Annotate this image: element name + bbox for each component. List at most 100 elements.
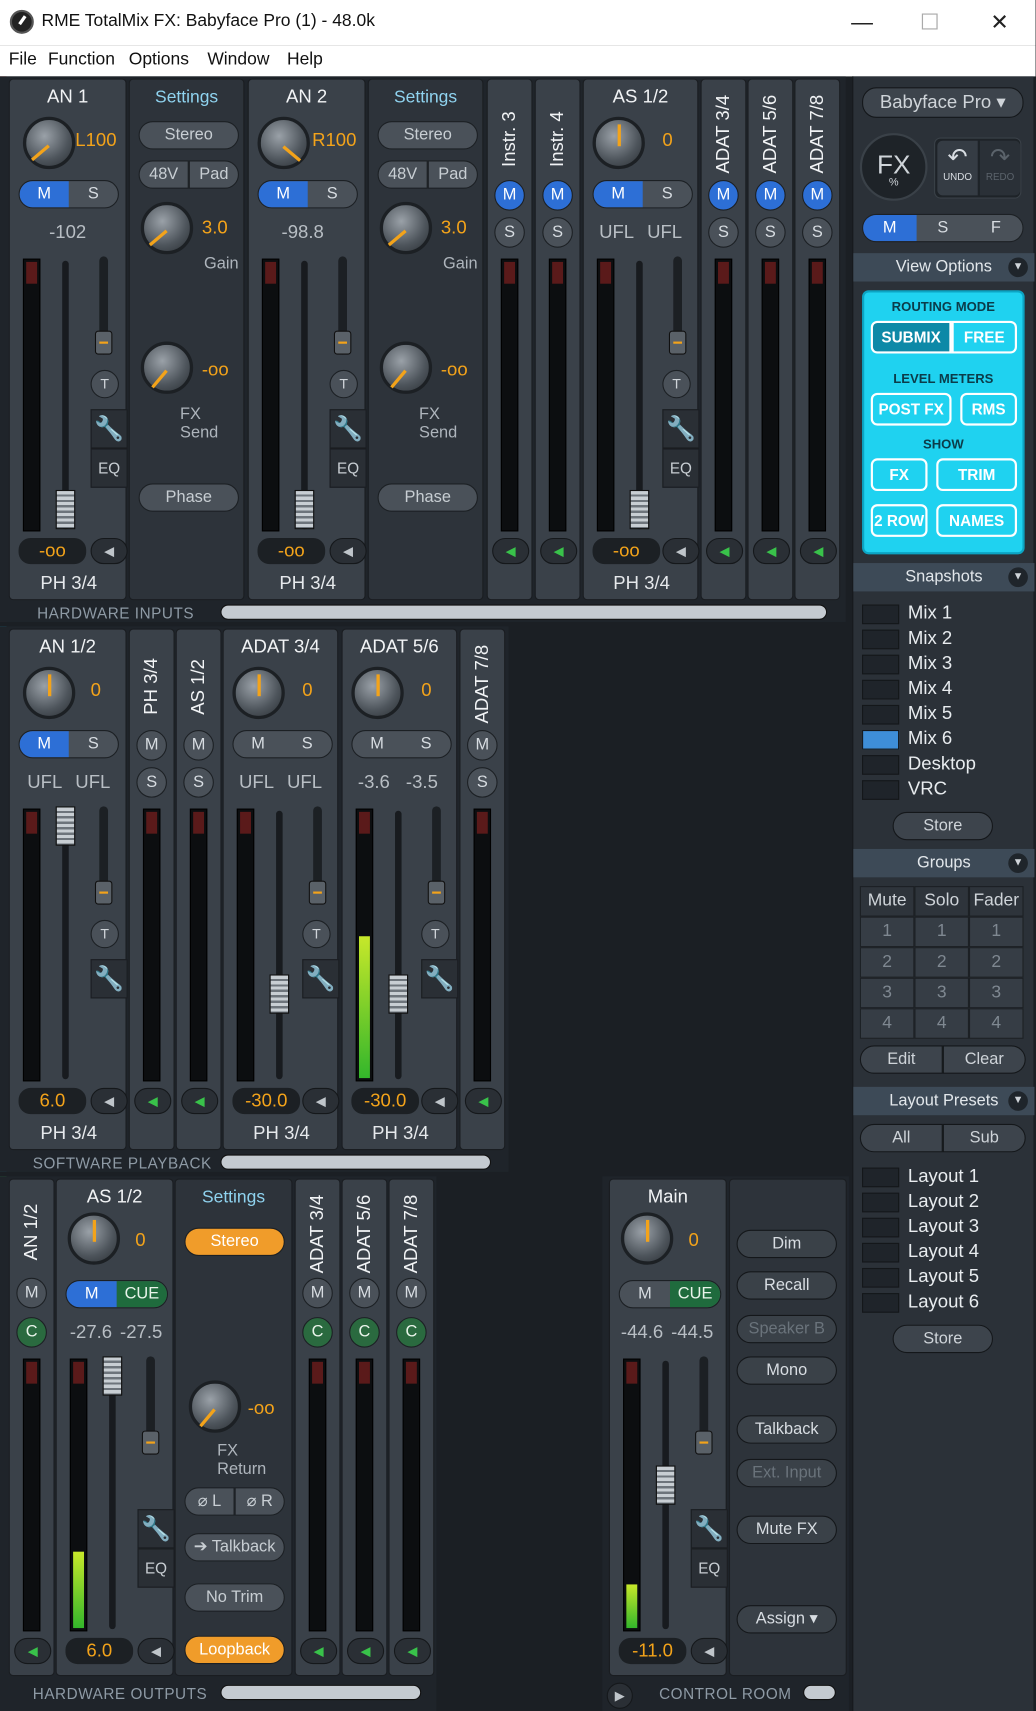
mute-cue[interactable]: M CUE <box>618 1279 722 1309</box>
cue-button[interactable]: C <box>349 1317 380 1348</box>
phase-button[interactable]: Phase <box>377 483 478 512</box>
layout-item[interactable]: Layout 2 <box>862 1190 1026 1214</box>
outputs-scrollbar[interactable] <box>220 1684 422 1701</box>
settings-wrench-icon[interactable]: 🔧 <box>90 959 128 999</box>
solo-button[interactable]: S <box>183 767 214 798</box>
trim-handle[interactable] <box>668 330 687 355</box>
group-cell[interactable]: 1 <box>859 916 915 948</box>
snapshot-item[interactable]: Mix 4 <box>862 678 1026 702</box>
solo-button[interactable]: S <box>755 217 786 248</box>
trim-handle[interactable] <box>94 330 113 355</box>
pad-button[interactable]: Pad <box>188 160 239 189</box>
snapshot-store-button[interactable]: Store <box>892 811 993 841</box>
phase-left-button[interactable]: ⌀ L <box>184 1487 235 1516</box>
snapshot-item[interactable]: VRC <box>862 778 1026 802</box>
playback-scrollbar[interactable] <box>220 1154 492 1170</box>
mute-button[interactable]: M <box>352 731 401 757</box>
group-cell[interactable]: 3 <box>968 977 1024 1009</box>
expand-arrow-icon[interactable]: ◀ <box>799 537 837 565</box>
pad-button[interactable]: Pad <box>427 160 478 189</box>
trim-handle[interactable] <box>427 880 446 905</box>
fx-button[interactable]: FX % <box>859 133 928 201</box>
mute-button[interactable]: M <box>66 1281 117 1308</box>
mute-button[interactable]: M <box>19 731 69 758</box>
trim-button[interactable]: T <box>90 919 119 949</box>
groups-edit-button[interactable]: Edit <box>859 1045 943 1074</box>
snapshot-item[interactable]: Mix 1 <box>862 602 1026 626</box>
settings-wrench-icon[interactable]: 🔧 <box>137 1509 175 1549</box>
post-fx-button[interactable]: POST FX <box>870 392 952 426</box>
fader-handle[interactable] <box>388 974 409 1014</box>
group-cell[interactable]: 2 <box>968 947 1024 978</box>
mute-button[interactable]: M <box>802 180 833 211</box>
fader-handle[interactable] <box>655 1465 676 1505</box>
msf-s[interactable]: S <box>916 215 969 241</box>
trim-button[interactable]: T <box>421 919 450 949</box>
trim-handle[interactable] <box>141 1430 160 1455</box>
pan-knob[interactable] <box>67 1212 121 1265</box>
expand-arrow-icon[interactable]: ◀ <box>90 1087 128 1115</box>
mute-button[interactable]: M <box>620 1281 670 1307</box>
mono-button[interactable]: Mono <box>736 1356 837 1385</box>
cue-button[interactable]: CUE <box>669 1281 721 1308</box>
menu-file[interactable]: File <box>9 50 37 70</box>
fader-handle[interactable] <box>269 974 290 1014</box>
settings-wrench-icon[interactable]: 🔧 <box>90 409 128 449</box>
msf-selector[interactable]: M S F <box>862 213 1024 243</box>
routing-target[interactable]: PH 3/4 <box>10 1123 128 1145</box>
fader-handle[interactable] <box>55 489 76 530</box>
layouts-all-button[interactable]: All <box>859 1123 943 1153</box>
48v-button[interactable]: 48V <box>377 160 428 189</box>
show-2row-button[interactable]: 2 ROW <box>870 504 928 537</box>
control-room-scrollbar[interactable] <box>803 1684 836 1701</box>
close-button[interactable]: ✕ <box>978 7 1022 40</box>
trim-button[interactable]: T <box>90 369 119 399</box>
stereo-button[interactable]: Stereo <box>138 121 239 150</box>
device-selector[interactable]: Babyface Pro ▾ <box>862 87 1024 118</box>
expand-arrow-icon[interactable]: ◀ <box>14 1637 52 1665</box>
group-cell[interactable]: 4 <box>968 1008 1024 1039</box>
mute-button[interactable]: M <box>136 730 167 761</box>
layout-item[interactable]: Layout 3 <box>862 1216 1026 1240</box>
mute-button[interactable]: M <box>708 180 739 211</box>
menu-function[interactable]: Function <box>48 50 115 70</box>
mute-button[interactable]: M <box>542 180 573 211</box>
eq-button[interactable]: EQ <box>329 448 367 488</box>
layout-presets-header[interactable]: Layout Presets ▼ <box>853 1086 1035 1116</box>
expand-arrow-icon[interactable]: ◀ <box>300 1637 338 1665</box>
mute-button[interactable]: M <box>467 730 498 761</box>
mute-button[interactable]: M <box>494 180 525 211</box>
mute-button[interactable]: M <box>19 181 69 208</box>
layouts-sub-button[interactable]: Sub <box>942 1123 1026 1153</box>
snapshot-item[interactable]: Mix 2 <box>862 627 1026 651</box>
show-trim-button[interactable]: TRIM <box>936 458 1017 492</box>
fx-send-knob[interactable] <box>379 341 433 394</box>
mute-solo[interactable]: MS <box>232 730 333 759</box>
maximize-button[interactable]: ☐ <box>908 7 952 40</box>
solo-button[interactable]: S <box>643 181 692 207</box>
control-room-arrow-icon[interactable]: ▶ <box>606 1682 633 1709</box>
groups-header[interactable]: Groups ▼ <box>853 848 1035 878</box>
expand-arrow-icon[interactable]: ◀ <box>706 537 744 565</box>
settings-wrench-icon[interactable]: 🔧 <box>690 1509 728 1549</box>
expand-arrow-icon[interactable]: ◀ <box>181 1087 219 1115</box>
expand-arrow-icon[interactable]: ◀ <box>421 1087 459 1115</box>
stereo-button[interactable]: Stereo <box>184 1227 285 1256</box>
fx-return-knob[interactable] <box>188 1380 242 1433</box>
minimize-button[interactable]: — <box>840 7 884 40</box>
solo-button[interactable]: S <box>308 181 357 207</box>
mute-button[interactable]: M <box>234 731 283 757</box>
speaker-b-button[interactable]: Speaker B <box>736 1314 837 1344</box>
snapshot-item-active[interactable]: Mix 6 <box>862 728 1026 752</box>
mute-button[interactable]: M <box>593 181 643 208</box>
settings-wrench-icon[interactable]: 🔧 <box>421 959 459 999</box>
solo-button[interactable]: S <box>136 767 167 798</box>
ext-input-button[interactable]: Ext. Input <box>736 1458 837 1488</box>
mute-solo[interactable]: MS <box>351 730 452 759</box>
chevron-down-icon[interactable]: ▼ <box>1008 853 1028 873</box>
mute-button[interactable]: M <box>396 1277 427 1309</box>
solo-button[interactable]: S <box>283 731 332 757</box>
trim-button[interactable]: T <box>662 369 691 399</box>
solo-button[interactable]: S <box>494 217 525 248</box>
expand-arrow-icon[interactable]: ◀ <box>492 537 530 565</box>
